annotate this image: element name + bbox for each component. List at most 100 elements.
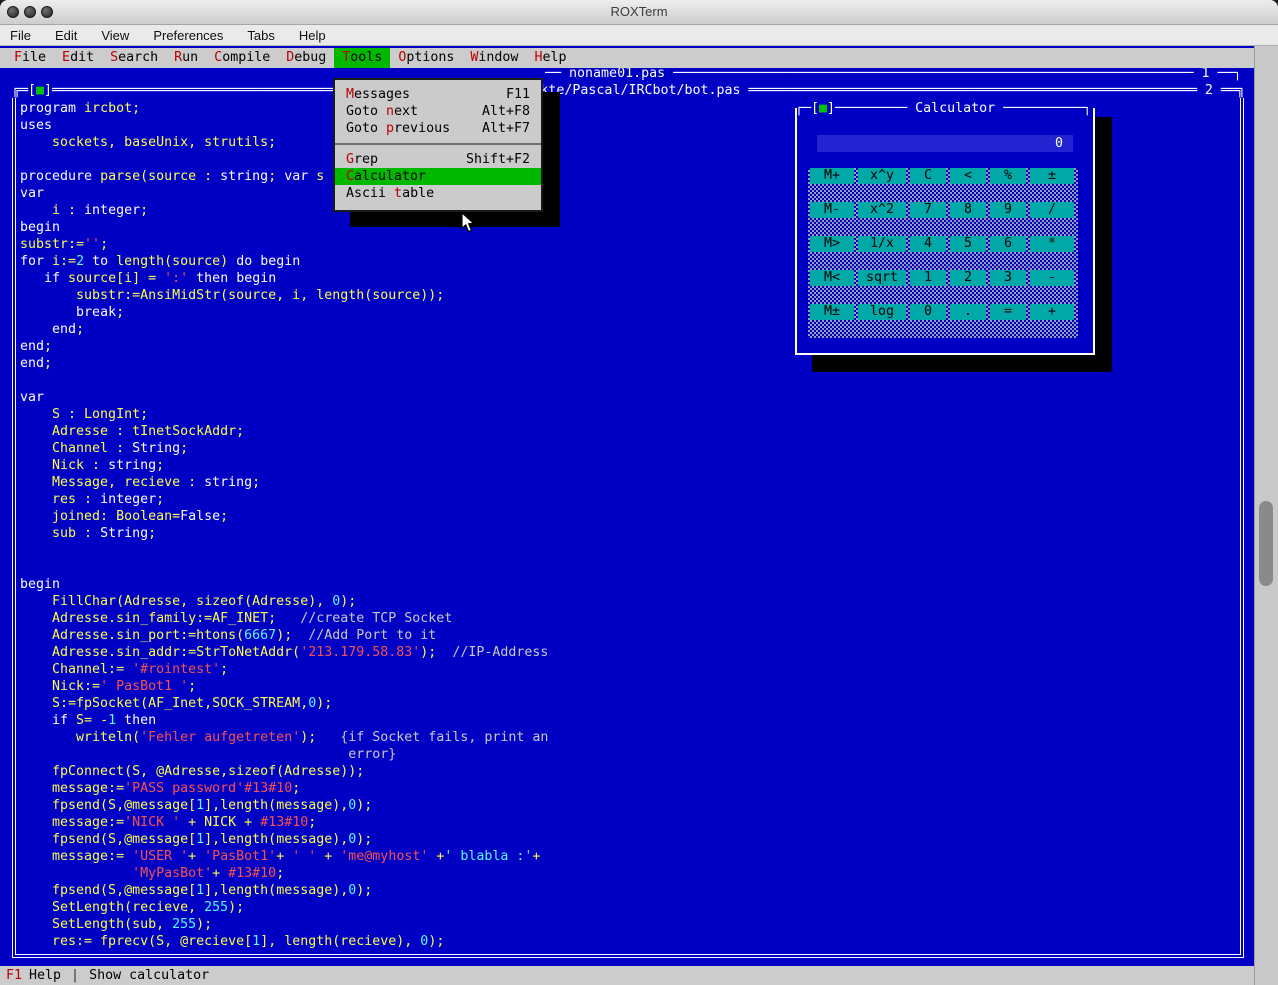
- roxterm-menu-file[interactable]: File: [10, 28, 31, 43]
- calc-key--[interactable]: .: [950, 304, 986, 320]
- roxterm-menu-tabs[interactable]: Tabs: [247, 28, 274, 43]
- roxterm-menubar: File Edit View Preferences Tabs Help: [0, 25, 1278, 46]
- window1-title[interactable]: noname01.pas: [569, 66, 665, 81]
- ide-menu-edit[interactable]: Edit: [54, 48, 102, 68]
- calc-key-1[interactable]: 1: [910, 270, 946, 286]
- ide-menu-tools[interactable]: Tools: [334, 48, 391, 68]
- menu-item-ascii-table[interactable]: Ascii table: [335, 185, 541, 202]
- code-line: fpsend(S,@message[1],length(message),0);: [20, 798, 373, 813]
- calc-key--[interactable]: <: [950, 168, 986, 184]
- calc-key--[interactable]: ±: [1030, 168, 1074, 184]
- calc-key--[interactable]: -: [1030, 270, 1074, 286]
- menu-item-label: Calculator: [346, 169, 427, 184]
- ide-menu-window[interactable]: Window: [462, 48, 526, 68]
- calc-key-c[interactable]: C: [910, 168, 946, 184]
- code-line: fpsend(S,@message[1],length(message),0);: [20, 883, 373, 898]
- calc-key-9[interactable]: 9: [990, 202, 1026, 218]
- menu-item-shortcut: Shift+F2: [465, 152, 530, 167]
- window1-number[interactable]: 1: [1201, 66, 1209, 81]
- code-line: res:= fprecv(S, @recieve[1], length(reci…: [20, 934, 445, 949]
- roxterm-menu-help[interactable]: Help: [299, 28, 326, 43]
- code-line: error}: [20, 747, 397, 762]
- menu-item-shortcut: F11: [505, 87, 530, 102]
- statusbar-f1-key[interactable]: F1: [6, 967, 22, 984]
- calc-key-7[interactable]: 7: [910, 202, 946, 218]
- calculator-display: 0: [817, 135, 1073, 152]
- menu-item-shortcut: Alt+F8: [481, 104, 530, 119]
- code-line: Channel : String;: [20, 441, 189, 456]
- ide-menu-search[interactable]: Search: [102, 48, 166, 68]
- calc-key--[interactable]: =: [990, 304, 1026, 320]
- code-line: fpsend(S,@message[1],length(message),0);: [20, 832, 373, 847]
- ide-menu-debug[interactable]: Debug: [278, 48, 334, 68]
- code-line: sub : String;: [20, 526, 157, 541]
- ide-menu-options[interactable]: Options: [390, 48, 462, 68]
- menu-item-calculator[interactable]: Calculator: [335, 168, 541, 185]
- calc-key--[interactable]: +: [1030, 304, 1074, 320]
- roxterm-menu-view[interactable]: View: [101, 28, 129, 43]
- code-line: S:=fpSocket(AF_Inet,SOCK_STREAM,0);: [20, 696, 333, 711]
- calc-key--[interactable]: *: [1030, 236, 1074, 252]
- code-line: SetLength(recieve, 255);: [20, 900, 245, 915]
- code-line: var: [20, 390, 45, 405]
- calc-key-4[interactable]: 4: [910, 236, 946, 252]
- calc-key-2[interactable]: 2: [950, 270, 986, 286]
- calc-key-6[interactable]: 6: [990, 236, 1026, 252]
- code-line: Nick:=' PasBot1 ';: [20, 679, 197, 694]
- calc-key-3[interactable]: 3: [990, 270, 1026, 286]
- calc-key-8[interactable]: 8: [950, 202, 986, 218]
- calc-key-x-y[interactable]: x^y: [858, 168, 906, 184]
- code-line: Adresse : tInetSockAddr;: [20, 424, 245, 439]
- calc-key-5[interactable]: 5: [950, 236, 986, 252]
- calc-key-m-[interactable]: M-: [810, 202, 854, 218]
- menu-item-goto-next[interactable]: Goto next Alt+F8: [335, 103, 541, 120]
- ide-menu-file[interactable]: File: [6, 48, 54, 68]
- code-line: substr:=AnsiMidStr(source, i, length(sou…: [20, 288, 445, 303]
- window2-number[interactable]: 2: [1205, 83, 1213, 98]
- code-line: Adresse.sin_addr:=StrToNetAddr('213.179.…: [20, 645, 549, 660]
- statusbar-help-label[interactable]: Help: [29, 967, 61, 984]
- menu-item-label: Grep: [346, 152, 379, 167]
- menu-item-label: Ascii table: [346, 186, 435, 201]
- code-line: S : LongInt;: [20, 407, 149, 422]
- roxterm-menu-preferences[interactable]: Preferences: [153, 28, 223, 43]
- scrollbar-thumb[interactable]: [1259, 501, 1273, 586]
- calc-key-log[interactable]: log: [858, 304, 906, 320]
- window2-title[interactable]: kte/Pascal/IRCbot/bot.pas: [540, 83, 740, 98]
- ide-menu-run[interactable]: Run: [166, 48, 206, 68]
- ide-menu-compile[interactable]: Compile: [206, 48, 278, 68]
- editor-window2-titlebar[interactable]: ╔═[■]═══════════════════════════════════…: [12, 82, 1245, 99]
- calc-key-m-[interactable]: M±: [810, 304, 854, 320]
- menu-item-goto-previous[interactable]: Goto previous Alt+F7: [335, 120, 541, 137]
- calculator-dialog[interactable]: ┌─[■]───────── Calculator ──────────┐ 0 …: [795, 100, 1095, 355]
- calc-key-m-[interactable]: M<: [810, 270, 854, 286]
- calc-key-1-x[interactable]: 1/x: [858, 236, 906, 252]
- tools-menu: Messages F11 Goto next Alt+F8 Goto previous A…: [333, 78, 543, 212]
- code-line: Nick : string;: [20, 458, 165, 473]
- calc-key-m-[interactable]: M+: [810, 168, 854, 184]
- menu-item-messages[interactable]: Messages F11: [335, 86, 541, 103]
- code-line: if source[i] = ':' then begin: [44, 271, 277, 286]
- roxterm-menu-edit[interactable]: Edit: [55, 28, 77, 43]
- calc-key--[interactable]: /: [1030, 202, 1074, 218]
- code-line: message:='PASS password'#13#10;: [20, 781, 301, 796]
- window2-close-icon[interactable]: ■: [36, 83, 44, 98]
- menu-item-label: Goto next: [346, 104, 419, 119]
- terminal-screen[interactable]: File Edit Search Run Compile Debug Tools Option…: [0, 46, 1254, 985]
- code-line: fpConnect(S, @Adresse,sizeof(Adresse));: [20, 764, 365, 779]
- terminal-scrollbar[interactable]: [1254, 46, 1278, 985]
- calc-key-sqrt[interactable]: sqrt: [858, 270, 906, 286]
- menu-item-label: Goto previous: [346, 121, 451, 136]
- titlebar[interactable]: ROXTerm: [0, 0, 1278, 25]
- calc-key-x-2[interactable]: x^2: [858, 202, 906, 218]
- code-line: Channel:= '#rointest';: [20, 662, 229, 677]
- menu-item-grep[interactable]: Grep Shift+F2: [335, 151, 541, 168]
- ide-menu-help[interactable]: Help: [526, 48, 574, 68]
- roxterm-window: ROXTerm File Edit View Preferences Tabs Help …: [0, 0, 1278, 985]
- code-line: break;: [76, 305, 125, 320]
- calc-key-m-[interactable]: M>: [810, 236, 854, 252]
- code-line: end;: [20, 339, 53, 354]
- calc-key--[interactable]: %: [990, 168, 1026, 184]
- calc-key-0[interactable]: 0: [910, 304, 946, 320]
- code-line: res : integer;: [20, 492, 165, 507]
